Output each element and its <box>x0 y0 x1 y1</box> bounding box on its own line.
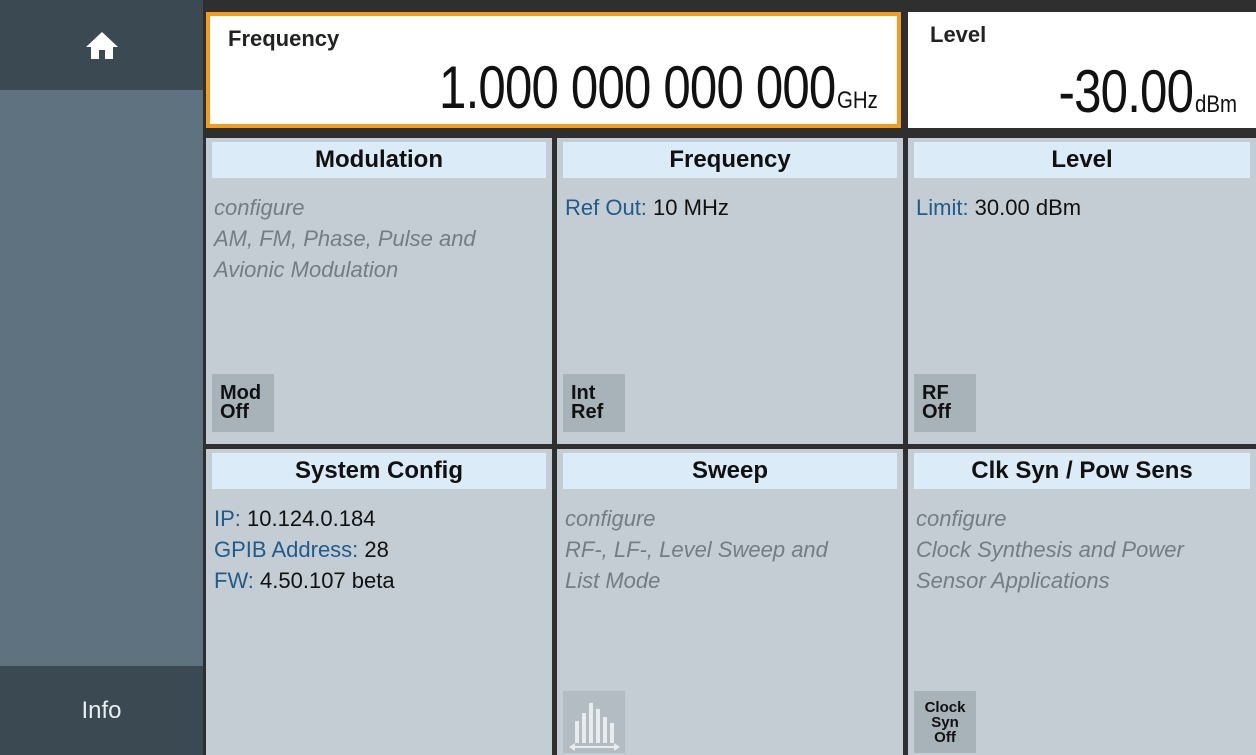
button-line: Off <box>934 728 956 746</box>
ip-value: 10.124.0.184 <box>240 506 376 531</box>
level-field[interactable]: Level -30.00 dBm <box>908 12 1256 128</box>
tile-description: configure AM, FM, Phase, Pulse and Avion… <box>214 192 546 285</box>
limit-value: 30.00 dBm <box>968 195 1082 220</box>
tile-info: IP: 10.124.0.184 GPIB Address: 28 FW: 4.… <box>214 503 546 596</box>
rf-off-button[interactable]: RF Off <box>914 374 976 432</box>
desc-line: Sensor Applications <box>916 568 1110 593</box>
level-unit: dBm <box>1194 91 1237 118</box>
desc-line: List Mode <box>565 568 661 593</box>
button-line: Ref <box>571 401 604 423</box>
button-line: Syn <box>931 713 959 731</box>
tile-title: Clk Syn / Pow Sens <box>914 453 1250 489</box>
tile-description: configure Clock Synthesis and Power Sens… <box>916 503 1250 596</box>
tile-frequency[interactable]: Frequency Ref Out: 10 MHz Int Ref <box>557 138 903 444</box>
frequency-field[interactable]: Frequency 1.000 000 000 000 GHz <box>206 12 901 128</box>
sweep-icon[interactable] <box>563 691 625 753</box>
home-icon <box>85 32 118 59</box>
desc-line: Clock Synthesis and Power <box>916 537 1184 562</box>
desc-line: RF-, LF-, Level Sweep and <box>565 537 828 562</box>
tile-title: System Config <box>212 453 546 489</box>
clock-syn-off-button[interactable]: Clock Syn Off <box>914 691 976 753</box>
ref-out-key: Ref Out: <box>565 195 647 220</box>
tile-info: Ref Out: 10 MHz <box>565 192 897 223</box>
main-area: Frequency 1.000 000 000 000 GHz Level -3… <box>206 0 1256 755</box>
int-ref-button[interactable]: Int Ref <box>563 374 625 432</box>
tile-system-config[interactable]: System Config IP: 10.124.0.184 GPIB Addr… <box>206 449 552 755</box>
tile-title: Level <box>914 142 1250 178</box>
frequency-label: Frequency <box>228 26 340 51</box>
tile-title: Frequency <box>563 142 897 178</box>
button-line: Clock <box>924 698 966 716</box>
ref-out-value: 10 MHz <box>646 195 729 220</box>
level-value: -30.00 <box>1058 58 1193 125</box>
button-line: Off <box>922 401 951 423</box>
desc-line: configure <box>214 195 305 220</box>
level-value-group: -30.00 dBm <box>1029 57 1245 126</box>
level-label: Level <box>930 22 987 47</box>
frequency-unit: GHz <box>837 87 878 114</box>
button-line: Off <box>220 401 249 423</box>
desc-line: AM, FM, Phase, Pulse and <box>214 226 476 251</box>
tile-info: Limit: 30.00 dBm <box>916 192 1250 223</box>
sidebar: Info <box>0 0 203 755</box>
desc-line: configure <box>916 506 1007 531</box>
gpib-key: GPIB Address: <box>214 537 359 562</box>
desc-line: Avionic Modulation <box>214 257 399 282</box>
info-button[interactable]: Info <box>0 666 203 755</box>
limit-key: Limit: <box>916 195 969 220</box>
fw-key: FW: <box>214 568 254 593</box>
gpib-value: 28 <box>358 537 389 562</box>
tile-modulation[interactable]: Modulation configure AM, FM, Phase, Puls… <box>206 138 552 444</box>
tile-title: Sweep <box>563 453 897 489</box>
tile-sweep[interactable]: Sweep configure RF-, LF-, Level Sweep an… <box>557 449 903 755</box>
frequency-value-group: 1.000 000 000 000 GHz <box>352 53 885 122</box>
tile-clk-syn-pow-sens[interactable]: Clk Syn / Pow Sens configure Clock Synth… <box>908 449 1256 755</box>
desc-line: configure <box>565 506 656 531</box>
home-button[interactable] <box>0 0 203 90</box>
frequency-value: 1.000 000 000 000 <box>438 54 836 121</box>
tile-level[interactable]: Level Limit: 30.00 dBm RF Off <box>908 138 1256 444</box>
tile-description: configure RF-, LF-, Level Sweep and List… <box>565 503 897 596</box>
tile-title: Modulation <box>212 142 546 178</box>
mod-off-button[interactable]: Mod Off <box>212 374 274 432</box>
ip-key: IP: <box>214 506 241 531</box>
fw-value: 4.50.107 beta <box>253 568 395 593</box>
